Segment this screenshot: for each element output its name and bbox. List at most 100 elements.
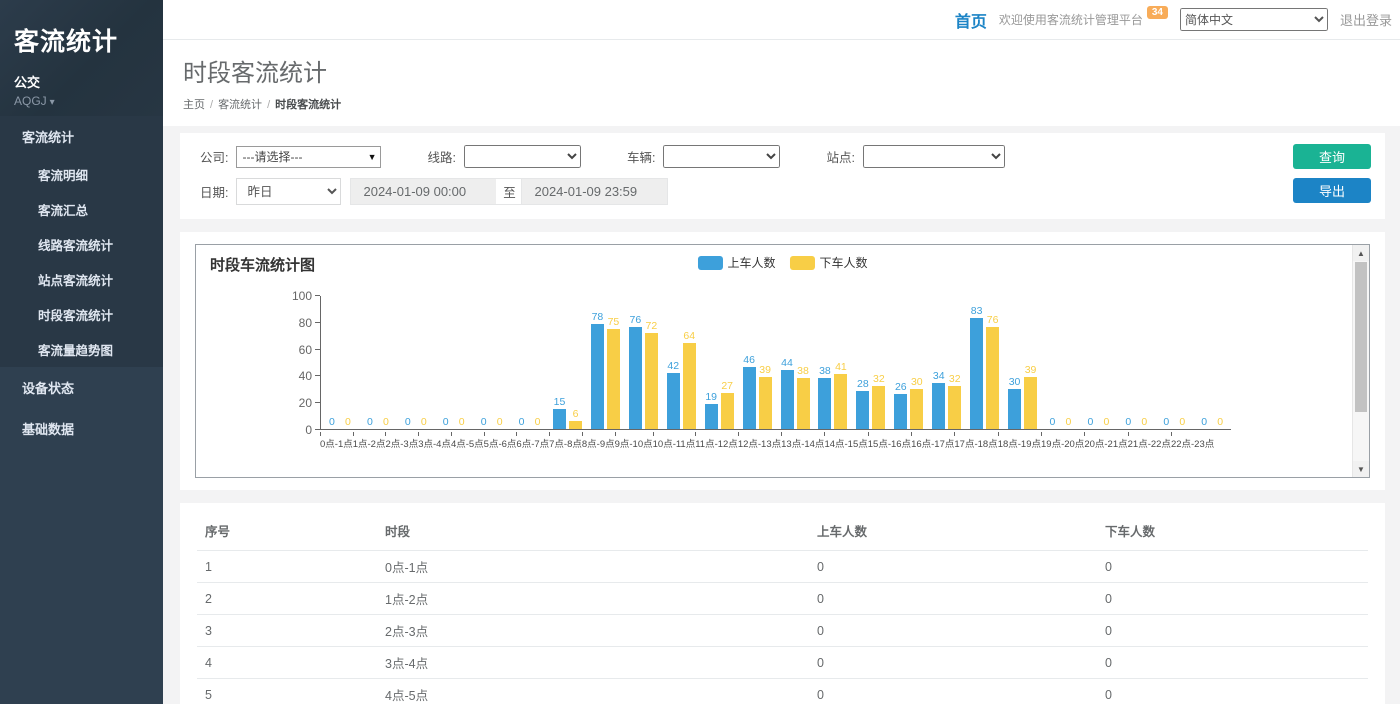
sidebar-item-station-stats[interactable]: 站点客流统计 — [0, 262, 163, 297]
bar-column: 38 — [797, 295, 810, 429]
bar-boarding — [894, 394, 907, 429]
bar-group: 00 — [1155, 295, 1193, 429]
col-header-boarding: 上车人数 — [809, 511, 1097, 551]
bar-group: 00 — [321, 295, 359, 429]
sidebar-item-line-stats[interactable]: 线路客流统计 — [0, 227, 163, 262]
bar-alighting — [834, 374, 847, 429]
bar-value-label: 0 — [1087, 417, 1093, 428]
bar-column: 39 — [1024, 295, 1037, 429]
y-tick-mark — [315, 295, 320, 296]
query-button[interactable]: 查询 — [1293, 144, 1371, 169]
export-button[interactable]: 导出 — [1293, 178, 1371, 203]
x-tick-label: 10点-11点 — [653, 432, 696, 450]
y-tick-mark — [315, 402, 320, 403]
bar-value-label: 0 — [1179, 417, 1185, 428]
bar-alighting — [1024, 377, 1037, 429]
table-row: 32点-3点00 — [197, 615, 1368, 647]
line-select[interactable] — [464, 145, 581, 168]
legend-item-alighting[interactable]: 下车人数 — [790, 254, 868, 271]
vehicle-select[interactable] — [663, 145, 780, 168]
sidebar-item-period-stats[interactable]: 时段客流统计 — [0, 297, 163, 332]
page-title: 时段客流统计 — [183, 53, 1380, 88]
breadcrumb-passenger-stats[interactable]: 客流统计 — [218, 99, 262, 111]
station-select[interactable] — [863, 145, 1005, 168]
bar-value-label: 39 — [1025, 365, 1037, 376]
sidebar-item-passenger-stats[interactable]: 客流统计 — [0, 116, 163, 157]
bar-column: 0 — [1214, 295, 1227, 429]
scroll-up-icon[interactable]: ▲ — [1353, 245, 1369, 261]
scrollbar-thumb[interactable] — [1355, 262, 1367, 412]
breadcrumb-home[interactable]: 主页 — [183, 99, 205, 111]
y-tick-mark — [315, 429, 320, 430]
x-tick-label: 20点-21点 — [1084, 432, 1127, 450]
bar-value-label: 38 — [797, 366, 809, 377]
x-tick-label: 13点-14点 — [781, 432, 824, 450]
bar-group: 7672 — [624, 295, 662, 429]
bar-value-label: 0 — [497, 417, 503, 428]
bar-value-label: 0 — [1125, 417, 1131, 428]
x-tick-label: 19点-20点 — [1041, 432, 1084, 450]
legend-label-boarding: 上车人数 — [727, 254, 775, 271]
date-start-input[interactable] — [350, 178, 497, 205]
scroll-down-icon[interactable]: ▼ — [1353, 461, 1369, 477]
bar-boarding — [743, 367, 756, 429]
language-select[interactable]: 简体中文 — [1180, 8, 1328, 31]
user-dropdown[interactable]: AQGJ▾ — [14, 94, 147, 108]
x-tick-label: 5点-6点 — [484, 432, 517, 450]
sidebar-item-passenger-summary[interactable]: 客流汇总 — [0, 192, 163, 227]
bar-column: 26 — [894, 295, 907, 429]
bar-boarding — [705, 404, 718, 429]
sidebar-item-basic-data[interactable]: 基础数据 — [0, 408, 163, 449]
bar-column: 27 — [721, 295, 734, 429]
bar-column: 76 — [629, 295, 642, 429]
bar-value-label: 0 — [443, 417, 449, 428]
x-tick-label: 0点-1点 — [320, 432, 353, 450]
bar-value-label: 39 — [759, 365, 771, 376]
bar-value-label: 32 — [949, 374, 961, 385]
date-end-input[interactable] — [521, 178, 668, 205]
breadcrumb-current: 时段客流统计 — [275, 99, 341, 111]
main-area: 首页 欢迎使用客流统计管理平台 34 简体中文 退出登录 时段客流统计 主页 / 客… — [163, 0, 1400, 704]
topbar: 首页 欢迎使用客流统计管理平台 34 简体中文 退出登录 — [163, 0, 1400, 40]
sidebar-item-passenger-detail[interactable]: 客流明细 — [0, 157, 163, 192]
company-select[interactable]: ---请选择--- — [236, 146, 381, 168]
chart-scrollbar[interactable]: ▲ ▼ — [1352, 245, 1369, 477]
bar-group: 00 — [473, 295, 511, 429]
bar-group: 00 — [1042, 295, 1080, 429]
table-row: 54点-5点00 — [197, 679, 1368, 704]
sidebar-item-device-status[interactable]: 设备状态 — [0, 367, 163, 408]
filter-row-2: 日期: 昨日 至 — [200, 178, 1365, 205]
bar-value-label: 38 — [819, 366, 831, 377]
bar-column: 44 — [781, 295, 794, 429]
table-cell: 3 — [197, 615, 377, 647]
legend-item-boarding[interactable]: 上车人数 — [697, 254, 775, 271]
bar-column: 30 — [910, 295, 923, 429]
table-header-row: 序号 时段 上车人数 下车人数 — [197, 511, 1368, 551]
bar-value-label: 19 — [705, 392, 717, 403]
logout-link[interactable]: 退出登录 — [1340, 10, 1392, 29]
table-cell: 0 — [809, 551, 1097, 583]
chart-plot-area: 0000000000001567875767242641927463944383… — [196, 273, 1351, 467]
home-link[interactable]: 首页 — [955, 8, 987, 32]
breadcrumb-separator: / — [210, 99, 213, 111]
table-cell: 2点-3点 — [377, 615, 809, 647]
table-row: 21点-2点00 — [197, 583, 1368, 615]
bar-column: 42 — [667, 295, 680, 429]
date-preset-select[interactable]: 昨日 — [236, 178, 341, 205]
bar-column: 0 — [1046, 295, 1059, 429]
bar-value-label: 0 — [383, 417, 389, 428]
date-label: 日期: — [200, 182, 228, 201]
table-cell: 0 — [1097, 679, 1368, 704]
menu-section-passenger-stats: 客流统计 客流明细 客流汇总 线路客流统计 站点客流统计 时段客流统计 客流量趋… — [0, 116, 163, 367]
bar-value-label: 0 — [1217, 417, 1223, 428]
filter-row-1: 公司: ---请选择--- ▼ 线路: 车辆: 站点: — [200, 145, 1365, 168]
x-tick-label: 17点-18点 — [954, 432, 997, 450]
bar-alighting — [910, 389, 923, 429]
table-cell: 5 — [197, 679, 377, 704]
x-tick-label: 6点-7点 — [516, 432, 549, 450]
bar-value-label: 0 — [1201, 417, 1207, 428]
sidebar-item-trend-chart[interactable]: 客流量趋势图 — [0, 332, 163, 367]
bar-value-label: 75 — [608, 317, 620, 328]
bar-group: 1927 — [700, 295, 738, 429]
bar-value-label: 0 — [459, 417, 465, 428]
